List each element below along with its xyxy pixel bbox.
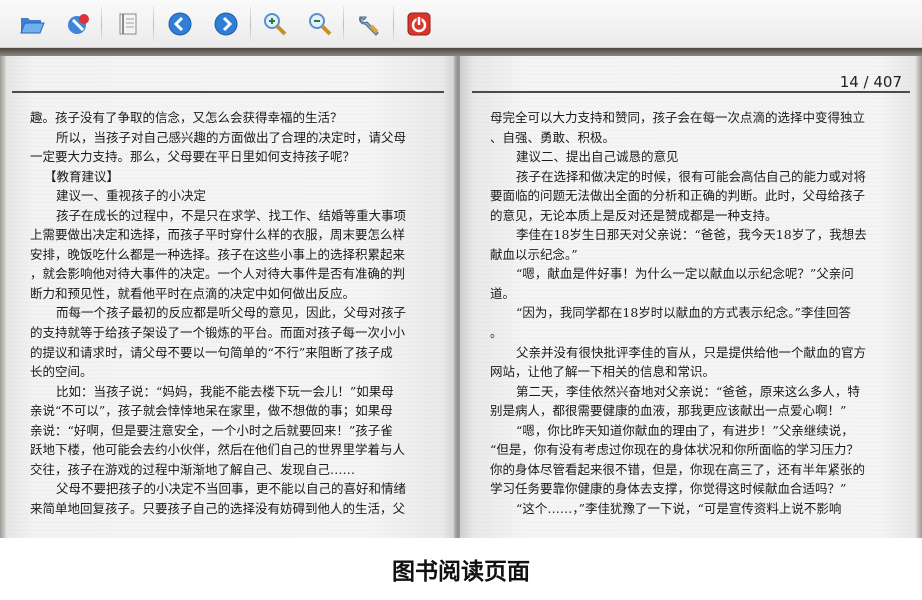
- exit-button[interactable]: [403, 8, 435, 40]
- text-line: “这个……，”李佳犹豫了一下说，“可是宣传资料上说不影响: [516, 500, 842, 516]
- settings-button[interactable]: [353, 8, 385, 40]
- text-line: 父母不要把孩子的小决定不当回事，更不能以自己的喜好和情绪: [56, 481, 407, 497]
- settings-wrench-icon: [356, 11, 382, 37]
- previous-page-icon: [167, 11, 193, 37]
- table-of-contents-button[interactable]: [112, 8, 144, 40]
- text-line: ，就会影响他对待大事件的决定。一个人对待大事件是否有准确的判: [30, 266, 406, 282]
- text-line: 交往，孩子在游戏的过程中渐渐地了解自己、发现自己……: [30, 461, 356, 477]
- text-line: 别是病人，都很需要健康的血液，那我更应该献出一点爱心啊！”: [490, 403, 847, 419]
- text-line: 一定要大力支持。那么，父母要在平日里如何支持孩子呢？: [30, 149, 356, 165]
- zoom-out-icon: [307, 11, 333, 37]
- right-page-rule: [472, 91, 910, 93]
- text-line: 父亲并没有很快批评李佳的盲从，只是提供给他一个献血的官方: [516, 344, 867, 360]
- text-line: 网站，让他了解一下相关的信息和常识。: [490, 364, 716, 380]
- text-line: 的提议和请求时，请父母不要以一句简单的“不行”来阻断了孩子成: [30, 344, 393, 360]
- next-page-icon: [213, 11, 239, 37]
- open-folder-icon: [19, 12, 45, 36]
- text-line: 献血以示纪念。”: [490, 246, 578, 262]
- text-line: “嗯，你比昨天知道你献血的理由了，有进步！”父亲继续说，: [516, 422, 854, 438]
- zoom-out-button[interactable]: [304, 8, 336, 40]
- text-line: 李佳在18岁生日那天对父亲说：“爸爸，我今天18岁了，我想去: [516, 227, 867, 243]
- text-line: 亲说：“好啊，但是要注意安全，一个小时之后就要回来！”孩子雀: [30, 422, 393, 438]
- text-line: 的意见，无论本质上是反对还是赞成都是一种支持。: [490, 207, 778, 223]
- text-line: 所以，当孩子对自己感兴趣的方面做出了合理的决定时，请父母: [56, 129, 407, 145]
- bookmark-button[interactable]: [62, 8, 94, 40]
- figure-caption: 图书阅读页面: [392, 559, 530, 585]
- left-page-text: 趣。孩子没有了争取的信念，又怎么会获得幸福的生活？ 所以，当孩子对自己感兴趣的方…: [30, 108, 422, 518]
- next-page-button[interactable]: [210, 8, 242, 40]
- table-of-contents-icon: [118, 12, 138, 36]
- text-line: 的支持就等于给孩子架设了一个锻炼的平台。而面对孩子每一次小小: [30, 325, 406, 341]
- text-line: “但是，你有没有考虑过你现在的身体状况和你所面临的学习压力？: [490, 442, 859, 458]
- power-exit-icon: [406, 11, 432, 37]
- text-line: 亲说“不可以”，孩子就会悻悻地呆在家里，做不想做的事；如果母: [30, 403, 393, 419]
- text-line: 比如：当孩子说：“妈妈，我能不能去楼下玩一会儿！”如果母: [56, 383, 394, 399]
- text-line: 、自强、勇敢、积极。: [490, 129, 616, 145]
- text-line: 来简单地回复孩子。只要孩子自己的选择没有妨碍到他人的生活，父: [30, 500, 406, 516]
- text-line: 断力和预见性，就看他平时在点滴的决定中如何做出反应。: [30, 285, 356, 301]
- text-line: 你的身体尽管看起来很不错，但是，你现在高三了，还有半年紧张的: [490, 461, 866, 477]
- text-line: 长的空间。: [30, 364, 93, 380]
- text-line: “因为，我同学都在18岁时以献血的方式表示纪念。”李佳回答: [516, 305, 851, 321]
- open-folder-button[interactable]: [16, 8, 48, 40]
- text-line: 。: [490, 325, 503, 341]
- right-page-text: 母完全可以大力支持和赞同，孩子会在每一次点滴的选择中变得独立 、自强、勇敢、积极…: [490, 108, 882, 518]
- subsection-heading: 建议二、提出自己诚恳的意见: [516, 149, 679, 165]
- text-line: 道。: [490, 285, 516, 301]
- text-line: 而每一个孩子最初的反应都是听父母的意见，因此，父母对孩子: [56, 305, 407, 321]
- text-line: 要面临的问题无法做出全面的分析和正确的判断。此时，父母给孩子: [490, 188, 866, 204]
- text-line: 母完全可以大力支持和赞同，孩子会在每一次点滴的选择中变得独立: [490, 110, 866, 125]
- zoom-in-icon: [262, 11, 288, 37]
- section-heading: 【教育建议】: [44, 168, 120, 184]
- text-line: 孩子在成长的过程中，不是只在求学、找工作、结婚等重大事项: [56, 207, 407, 223]
- text-line: “嗯，献血是件好事！为什么一定以献血以示纪念呢？”父亲问: [516, 266, 854, 282]
- text-line: 趣。孩子没有了争取的信念，又怎么会获得幸福的生活？: [30, 110, 343, 125]
- text-line: 跃地下楼，他可能会去约小伙伴，然后在他们自己的世界里学着与人: [30, 442, 406, 458]
- zoom-in-button[interactable]: [259, 8, 291, 40]
- bookmark-pin-icon: [65, 11, 91, 37]
- text-line: 孩子在选择和做决定的时候，很有可能会高估自己的能力或对将: [516, 168, 867, 184]
- text-line: 上需要做出决定和选择，而孩子平时穿什么样的衣服，周末要怎么样: [30, 227, 406, 243]
- subsection-heading: 建议一、重视孩子的小决定: [56, 188, 207, 204]
- text-line: 学习任务要靠你健康的身体去支撑，你觉得这时候献血合适吗？”: [490, 481, 847, 497]
- page-indicator: 14 / 407: [839, 73, 902, 91]
- reader-toolbar: [0, 0, 922, 48]
- text-line: 第二天，李佳依然兴奋地对父亲说：“爸爸，原来这么多人，特: [516, 383, 860, 399]
- left-page-rule: [12, 91, 444, 93]
- previous-page-button[interactable]: [164, 8, 196, 40]
- text-line: 安排，晚饭吃什么都是一种选择。孩子在这些小事上的选择积累起来: [30, 246, 406, 262]
